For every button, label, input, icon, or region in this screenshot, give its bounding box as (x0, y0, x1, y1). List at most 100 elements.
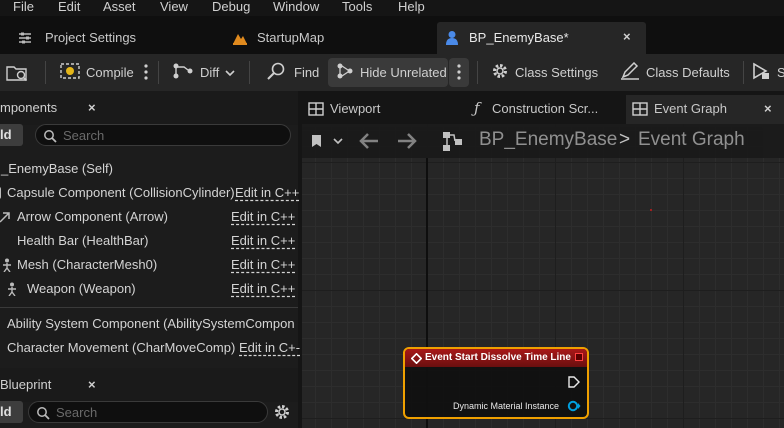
component-label: Mesh (CharacterMesh0) (17, 257, 158, 272)
compile-button[interactable]: Compile (60, 58, 134, 87)
menu-debug[interactable]: Debug (212, 0, 250, 14)
graph-navigation-bar: BP_EnemyBase > Event Graph (302, 124, 784, 158)
class-settings-label: Class Settings (515, 65, 599, 80)
hide-unrelated-options-button[interactable] (449, 58, 469, 87)
blueprint-toolbar: Compile Diff Find Hide Unrelated Class S… (0, 54, 784, 91)
components-search-input[interactable]: Search (35, 124, 291, 146)
browse-folder-icon[interactable] (6, 64, 30, 85)
component-root[interactable]: _EnemyBase (Self) (0, 157, 298, 181)
back-arrow-icon[interactable] (359, 133, 379, 152)
class-defaults-button[interactable]: Class Defaults (620, 58, 730, 87)
class-defaults-label: Class Defaults (646, 65, 730, 80)
search-icon (36, 406, 50, 423)
tab-viewport[interactable]: Viewport (302, 95, 462, 124)
toolbar-divider (249, 61, 250, 84)
my-blueprint-search-input[interactable]: Search (28, 401, 268, 423)
bookmark-icon[interactable] (310, 134, 344, 151)
breadcrumb-blueprint[interactable]: BP_EnemyBase (479, 129, 617, 151)
edit-in-cpp-link[interactable]: Edit in C++ (231, 209, 295, 224)
tab-label: StartupMap (257, 30, 325, 45)
close-icon[interactable]: × (88, 377, 96, 392)
event-diamond-icon (410, 352, 423, 367)
tab-event-graph[interactable]: Event Graph × (626, 95, 784, 124)
component-capsule[interactable]: Capsule Component (CollisionCylinder) Ed… (0, 181, 299, 205)
event-node[interactable]: Event Start Dissolve Time Line Dynamic M… (403, 347, 589, 419)
menu-tools[interactable]: Tools (342, 0, 372, 14)
tab-construction-script[interactable]: ƒ Construction Scr... (464, 95, 624, 124)
capsule-icon (0, 187, 3, 202)
left-panel: mponents × ld Search _EnemyBase (Self) C… (0, 91, 300, 428)
pencil-icon (620, 61, 640, 83)
component-mesh[interactable]: Mesh (CharacterMesh0) Edit in C++ (0, 253, 298, 277)
search-placeholder: Search (63, 128, 105, 143)
diff-button[interactable]: Diff (172, 58, 235, 87)
find-icon (266, 62, 288, 83)
component-label: _EnemyBase (Self) (1, 161, 113, 176)
hide-unrelated-button[interactable]: Hide Unrelated (328, 58, 448, 87)
menu-help[interactable]: Help (398, 0, 425, 14)
search-placeholder: Search (56, 405, 98, 420)
edit-in-cpp-link[interactable]: Edit in C+- (239, 340, 300, 355)
menu-asset[interactable]: Asset (103, 0, 136, 14)
component-label: Character Movement (CharMoveComp) (7, 340, 236, 355)
breadcrumb-graph[interactable]: Event Graph (638, 129, 745, 151)
edit-in-cpp-link[interactable]: Edit in C++ (231, 233, 295, 248)
forward-arrow-icon[interactable] (397, 133, 417, 152)
component-label: Capsule Component (CollisionCylinder) (7, 185, 235, 200)
add-component-button[interactable]: ld (0, 124, 23, 146)
close-icon[interactable]: × (623, 29, 631, 44)
search-icon (43, 129, 57, 146)
pawn-blueprint-icon (445, 30, 459, 49)
function-icon: ƒ (474, 99, 480, 117)
compile-options-icon[interactable] (143, 63, 149, 81)
tab-label: BP_EnemyBase* (469, 30, 569, 45)
component-weapon[interactable]: Weapon (Weapon) Edit in C++ (0, 277, 298, 301)
delegate-pin-icon[interactable] (575, 353, 583, 361)
skeletal-mesh-icon (1, 258, 13, 275)
edit-in-cpp-link[interactable]: Edit in C++ (231, 257, 295, 272)
menu-window[interactable]: Window (273, 0, 319, 14)
add-label: ld (0, 127, 12, 142)
gear-icon[interactable] (273, 403, 291, 424)
tab-label: Event Graph (654, 101, 727, 116)
node-header: Event Start Dissolve Time Line (405, 349, 587, 367)
menu-bar: File Edit Asset View Debug Window Tools … (0, 0, 784, 16)
graph-hierarchy-icon (442, 130, 464, 155)
simulate-label: S (777, 65, 784, 80)
object-pin-icon[interactable] (567, 400, 581, 415)
add-label: ld (0, 404, 12, 419)
edit-in-cpp-link[interactable]: Edit in C++ (231, 281, 295, 296)
compile-label: Compile (86, 65, 134, 80)
arrow-icon (0, 211, 11, 226)
find-label: Find (294, 65, 320, 80)
tab-label: Viewport (330, 101, 381, 116)
component-arrow[interactable]: Arrow Component (Arrow) Edit in C++ (0, 205, 298, 229)
class-settings-button[interactable]: Class Settings (491, 58, 598, 87)
component-character-movement[interactable]: Character Movement (CharMoveComp) Edit i… (0, 336, 300, 360)
event-graph-icon (632, 102, 648, 119)
exec-pin-icon[interactable] (568, 376, 580, 391)
tab-bp-enemybase[interactable]: BP_EnemyBase* × (437, 22, 646, 54)
menu-edit[interactable]: Edit (58, 0, 80, 14)
component-ability-system[interactable]: Ability System Component (AbilitySystemC… (0, 312, 298, 336)
tab-project-settings[interactable]: Project Settings (0, 22, 220, 54)
graph-tab-bar: Viewport ƒ Construction Scr... Event Gra… (302, 91, 784, 124)
toolbar-divider (477, 61, 478, 84)
output-pin-label: Dynamic Material Instance (453, 401, 560, 411)
chevron-down-icon (225, 65, 235, 80)
my-blueprint-title: Blueprint (0, 377, 52, 392)
breadcrumb-separator: > (619, 129, 631, 150)
component-label: Ability System Component (AbilitySystemC… (7, 316, 295, 331)
close-icon[interactable]: × (764, 101, 772, 116)
menu-view[interactable]: View (160, 0, 188, 14)
node-title: Event Start Dissolve Time Line (425, 352, 571, 363)
find-button[interactable]: Find (266, 58, 319, 87)
tab-startup-map[interactable]: StartupMap (222, 22, 434, 54)
add-member-button[interactable]: ld (0, 401, 23, 423)
menu-file[interactable]: File (13, 0, 34, 14)
close-icon[interactable]: × (88, 100, 96, 115)
edit-in-cpp-link[interactable]: Edit in C++ (235, 185, 299, 200)
toolbar-divider (743, 61, 744, 84)
component-health-bar[interactable]: Health Bar (HealthBar) Edit in C++ (0, 229, 298, 253)
simulate-button[interactable]: S (751, 58, 784, 87)
